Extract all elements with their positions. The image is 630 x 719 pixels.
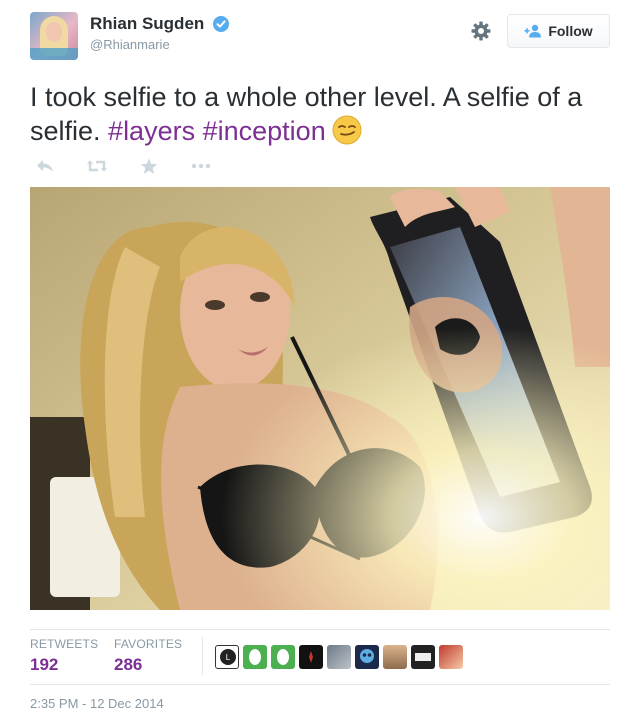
retweets-stat[interactable]: RETWEETS 192 — [30, 637, 98, 675]
favorites-stat[interactable]: FAVORITES 286 — [114, 637, 182, 675]
svg-text:L: L — [226, 653, 231, 662]
user-names[interactable]: Rhian Sugden @Rhianmarie — [90, 14, 229, 52]
favorites-label: FAVORITES — [114, 637, 183, 651]
favoriter-avatars: L — [215, 645, 463, 669]
favoriter-avatar[interactable] — [411, 645, 435, 669]
user-avatar[interactable] — [30, 12, 78, 60]
favoriter-avatar[interactable]: L — [215, 645, 239, 669]
stats-separator — [202, 637, 203, 675]
gear-icon[interactable] — [470, 20, 492, 42]
add-user-icon — [524, 24, 542, 38]
hashtag-inception[interactable]: #inception — [203, 116, 326, 146]
favoriter-avatar[interactable] — [383, 645, 407, 669]
retweets-label: RETWEETS — [30, 637, 99, 651]
follow-label: Follow — [548, 23, 593, 39]
favoriter-avatar[interactable] — [243, 645, 267, 669]
hashtag-layers[interactable]: #layers — [108, 116, 195, 146]
favoriter-avatar[interactable] — [355, 645, 379, 669]
favoriter-avatar[interactable] — [327, 645, 351, 669]
user-handle[interactable]: @Rhianmarie — [90, 37, 229, 52]
verified-badge-icon — [212, 16, 229, 32]
favoriter-avatar[interactable] — [271, 645, 295, 669]
tweet-text: I took selfie to a whole other level. A … — [30, 80, 610, 148]
favoriter-avatar[interactable] — [299, 645, 323, 669]
selfie-image — [30, 187, 610, 610]
tweet-header: Rhian Sugden @Rhianmarie Follow — [30, 12, 610, 68]
divider-bottom — [30, 684, 610, 685]
tweet-photo[interactable] — [30, 187, 610, 610]
retweet-icon[interactable] — [82, 155, 112, 177]
display-name[interactable]: Rhian Sugden — [90, 14, 204, 34]
favoriter-avatar[interactable] — [439, 645, 463, 669]
favorites-count: 286 — [114, 655, 143, 674]
smirking-face-emoji-icon — [332, 115, 362, 145]
more-icon[interactable] — [186, 155, 216, 177]
follow-button[interactable]: Follow — [507, 14, 610, 48]
reply-icon[interactable] — [30, 155, 60, 177]
retweets-count: 192 — [30, 655, 59, 674]
favorite-icon[interactable] — [134, 155, 164, 177]
divider-top — [30, 629, 610, 630]
tweet-timestamp[interactable]: 2:35 PM - 12 Dec 2014 — [30, 696, 164, 711]
tweet-actions — [30, 155, 216, 177]
